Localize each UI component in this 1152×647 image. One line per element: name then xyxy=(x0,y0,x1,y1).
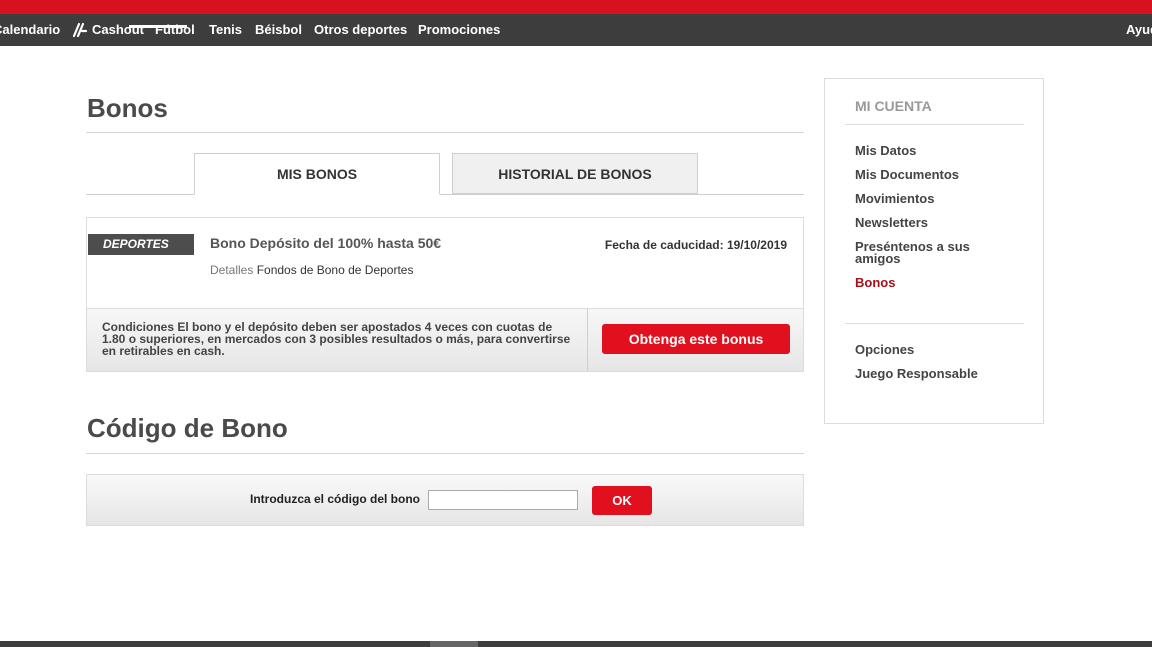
sidebar-item-movimientos[interactable]: Movimientos xyxy=(855,192,1005,205)
nav-item-futbol[interactable]: Fútbol xyxy=(155,14,195,46)
bonus-details: Detalles Fondos de Bono de Deportes xyxy=(210,263,413,277)
nav-item-cashout[interactable]: Cashout xyxy=(92,14,144,46)
bonus-code-title: Código de Bono xyxy=(87,413,288,443)
main-nav: Calendario Cashout Fútbol Tenis Béisbol … xyxy=(0,14,1152,46)
nav-item-calendario[interactable]: Calendario xyxy=(0,14,60,46)
tab-historial-de-bonos[interactable]: HISTORIAL DE BONOS xyxy=(452,153,698,194)
sidebar-item-bonos[interactable]: Bonos xyxy=(855,276,1005,289)
bonus-card: DEPORTES Bono Depósito del 100% hasta 50… xyxy=(86,217,804,372)
bonus-conditions: Condiciones El bono y el depósito deben … xyxy=(102,320,571,358)
bottom-bar xyxy=(0,641,1152,647)
sidebar-item-mis-datos[interactable]: Mis Datos xyxy=(855,144,1005,157)
sidebar-item-mis-documentos[interactable]: Mis Documentos xyxy=(855,168,1005,181)
nav-item-ayuda[interactable]: Ayuda xyxy=(1126,14,1152,46)
sidebar-item-presentenos[interactable]: Preséntenos a sus amigos xyxy=(855,240,975,265)
ok-button[interactable]: OK xyxy=(592,486,652,515)
bonus-code-box: Introduzca el código del bono OK xyxy=(86,474,804,526)
sidebar-divider-2 xyxy=(845,323,1024,324)
bonus-code-label: Introduzca el código del bono xyxy=(250,492,420,506)
bonus-details-value: Fondos de Bono de Deportes xyxy=(256,263,414,277)
category-badge: DEPORTES xyxy=(88,234,194,255)
sidebar-title: MI CUENTA xyxy=(855,98,932,114)
bonus-name: Bono Depósito del 100% hasta 50€ xyxy=(210,235,442,251)
nav-item-promociones[interactable]: Promociones xyxy=(418,14,500,46)
cashout-icon xyxy=(72,22,88,38)
get-bonus-button[interactable]: Obtenga este bonus xyxy=(602,324,790,354)
sidebar-item-newsletters[interactable]: Newsletters xyxy=(855,216,1005,229)
nav-item-beisbol[interactable]: Béisbol xyxy=(255,14,302,46)
sidebar-item-juego-responsable[interactable]: Juego Responsable xyxy=(855,367,1005,380)
bonus-expiry: Fecha de caducidad: 19/10/2019 xyxy=(604,238,787,252)
nav-item-otros-deportes[interactable]: Otros deportes xyxy=(314,14,407,46)
code-title-divider xyxy=(86,453,804,454)
bottom-bar-segment xyxy=(430,641,478,647)
bonus-footer: Condiciones El bono y el depósito deben … xyxy=(87,308,803,371)
footer-divider xyxy=(587,309,588,371)
top-brand-bar xyxy=(0,0,1152,14)
tab-mis-bonos[interactable]: MIS BONOS xyxy=(194,153,440,195)
page-title: Bonos xyxy=(87,93,168,123)
sidebar-item-opciones[interactable]: Opciones xyxy=(855,343,1005,356)
nav-item-tenis[interactable]: Tenis xyxy=(209,14,242,46)
bonus-code-input[interactable] xyxy=(428,490,578,510)
bonus-details-label: Detalles xyxy=(210,263,254,277)
title-divider xyxy=(86,132,804,133)
account-sidebar: MI CUENTA Mis Datos Mis Documentos Movim… xyxy=(824,78,1044,424)
sidebar-divider xyxy=(845,124,1024,125)
